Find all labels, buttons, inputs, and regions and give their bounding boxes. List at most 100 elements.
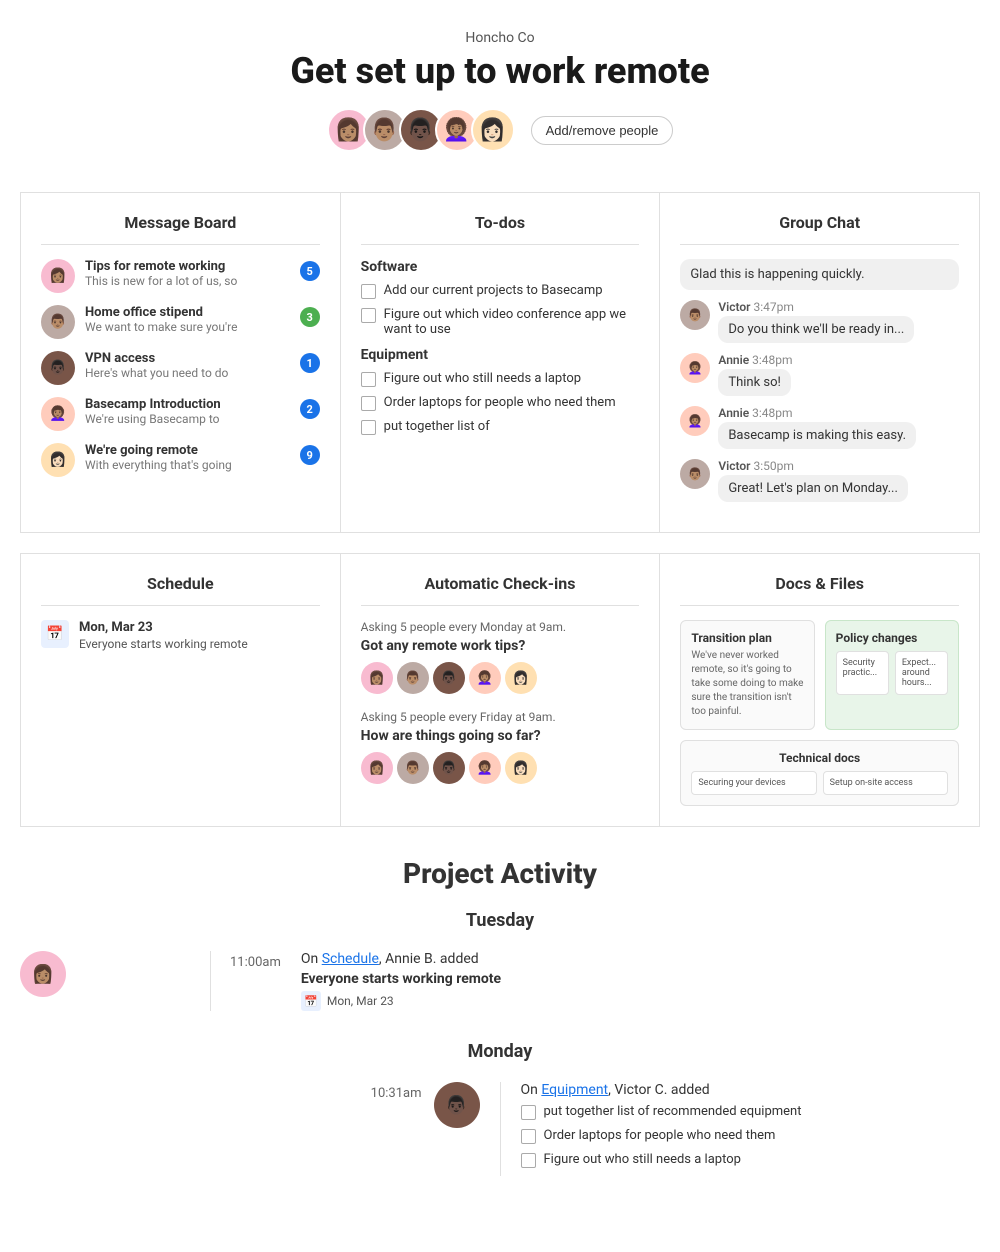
msg-badge: 3 — [300, 307, 320, 327]
automatic-checkins-title: Automatic Check-ins — [361, 574, 640, 606]
top-grid: Message Board 👩🏽Tips for remote workingT… — [20, 192, 980, 533]
activity-days-container: Tuesday👩🏽11:00amOn Schedule, Annie B. ad… — [20, 910, 980, 1176]
todo-checkbox[interactable] — [521, 1129, 536, 1144]
header-avatar-group: 👩🏽👨🏽👨🏿👩🏽‍🦱👩🏻 — [327, 108, 515, 152]
todo-label: Add our current projects to Basecamp — [384, 283, 603, 298]
checkin-block: Asking 5 people every Friday at 9am.How … — [361, 710, 640, 784]
chat-name-time: Annie 3:48pm — [718, 353, 959, 367]
msg-badge: 5 — [300, 261, 320, 281]
doc-title: Policy changes — [836, 631, 948, 645]
activity-avatar: 👨🏿 — [434, 1082, 480, 1128]
checkin-asking: Asking 5 people every Monday at 9am. — [361, 620, 640, 634]
msg-badge: 9 — [300, 445, 320, 465]
header-avatar-4: 👩🏻 — [471, 108, 515, 152]
msg-avatar: 👨🏿 — [41, 351, 75, 385]
todos-panel: To-dos Software Add our current projects … — [341, 193, 661, 533]
doc-card-technical-docs[interactable]: Technical docs Securing your devices Setup… — [680, 740, 959, 806]
chat-name-time: Annie 3:48pm — [718, 406, 959, 420]
activity-avatar: 👩🏽 — [20, 951, 66, 997]
todo-label: Figure out who still needs a laptop — [544, 1152, 741, 1167]
todo-checkbox[interactable] — [361, 396, 376, 411]
header-avatars-row: 👩🏽👨🏽👨🏿👩🏽‍🦱👩🏻 Add/remove people — [20, 108, 980, 152]
msg-title: VPN access — [85, 351, 290, 366]
doc-title: Technical docs — [691, 751, 948, 765]
checkin-avatars: 👩🏽👨🏽👨🏿👩🏽‍🦱👩🏻 — [361, 662, 640, 694]
todo-item: put together list of — [361, 419, 640, 435]
automatic-checkins-panel: Automatic Check-ins Asking 5 people ever… — [341, 554, 661, 827]
chat-bubble: Basecamp is making this easy. — [718, 422, 916, 449]
todo-label: Figure out which video conference app we… — [384, 307, 640, 337]
schedule-description: Everyone starts working remote — [79, 637, 248, 651]
chat-name-time: Victor 3:47pm — [718, 300, 959, 314]
chat-bubble: Think so! — [718, 369, 791, 396]
message-board-item[interactable]: 👩🏻We're going remoteWith everything that… — [41, 443, 320, 477]
header-subtitle: Honcho Co — [20, 30, 980, 46]
group-chat-title: Group Chat — [680, 213, 959, 245]
msg-avatar: 👩🏽 — [41, 259, 75, 293]
doc-sub-item: Expect... around hours... — [895, 651, 948, 695]
docs-files-title: Docs & Files — [680, 574, 959, 606]
todo-section-title: Software — [361, 259, 640, 275]
chat-item: Glad this is happening quickly. — [680, 259, 959, 290]
todo-checkbox[interactable] — [361, 308, 376, 323]
todo-checkbox[interactable] — [361, 284, 376, 299]
add-remove-people-button[interactable]: Add/remove people — [531, 116, 674, 145]
activity-todo-item: Order laptops for people who need them — [521, 1128, 981, 1144]
doc-sub-item: Security practic... — [836, 651, 889, 695]
schedule-date: Mon, Mar 23 — [79, 620, 248, 635]
activity-time: 11:00am — [210, 951, 281, 1011]
checkin-avatar: 👩🏻 — [505, 752, 537, 784]
message-board-item[interactable]: 👨🏽Home office stipendWe want to make sur… — [41, 305, 320, 339]
doc-card-policy-changes[interactable]: Policy changes Security practic...Expect.… — [825, 620, 959, 730]
todo-label: put together list of recommended equipme… — [544, 1104, 802, 1119]
todo-section-title: Equipment — [361, 347, 640, 363]
checkin-avatar: 👩🏻 — [505, 662, 537, 694]
msg-preview: Here's what you need to do — [85, 366, 290, 380]
checkin-question: How are things going so far? — [361, 728, 640, 744]
project-activity-title: Project Activity — [20, 857, 980, 890]
msg-badge: 2 — [300, 399, 320, 419]
doc-sub-item: Securing your devices — [691, 771, 816, 795]
message-board-item[interactable]: 👨🏿 VPN accessHere's what you need to do 1 — [41, 351, 320, 385]
todo-checkbox[interactable] — [361, 420, 376, 435]
msg-badge: 1 — [300, 353, 320, 373]
activity-schedule-tag: 📅Mon, Mar 23 — [301, 991, 980, 1011]
doc-sub-grid: Securing your devices Setup on-site acces… — [691, 771, 948, 795]
checkins-list: Asking 5 people every Monday at 9am.Got … — [361, 620, 640, 784]
docs-files-panel: Docs & Files Transition planWe've never … — [660, 554, 980, 827]
todo-label: Figure out who still needs a laptop — [384, 371, 581, 386]
schedule-event: 📅Mon, Mar 23Everyone starts working remo… — [41, 620, 320, 651]
activity-link[interactable]: Equipment — [541, 1082, 608, 1098]
bottom-grid: Schedule 📅Mon, Mar 23Everyone starts wor… — [20, 553, 980, 827]
activity-time: 10:31am — [371, 1082, 422, 1101]
todo-label: put together list of — [384, 419, 490, 434]
todo-checkbox[interactable] — [521, 1153, 536, 1168]
chat-avatar: 👩🏽‍🦱 — [680, 406, 710, 436]
todo-checkbox[interactable] — [521, 1105, 536, 1120]
message-board-item[interactable]: 👩🏽‍🦱Basecamp IntroductionWe're using Bas… — [41, 397, 320, 431]
docs-list: Transition planWe've never worked remote… — [680, 620, 959, 806]
activity-link[interactable]: Schedule — [322, 951, 379, 967]
todos-title: To-dos — [361, 213, 640, 245]
chat-avatar: 👨🏽 — [680, 459, 710, 489]
todos-list: Software Add our current projects to Base… — [361, 259, 640, 435]
chat-item: 👩🏽‍🦱Annie 3:48pmThink so! — [680, 353, 959, 396]
chat-avatar: 👨🏽 — [680, 300, 710, 330]
doc-sub-item: Setup on-site access — [823, 771, 948, 795]
checkin-avatar: 👨🏿 — [433, 752, 465, 784]
todo-label: Order laptops for people who need them — [544, 1128, 776, 1143]
checkin-avatar: 👨🏿 — [433, 662, 465, 694]
message-board-item[interactable]: 👩🏽Tips for remote workingThis is new for… — [41, 259, 320, 293]
chat-bubble: Glad this is happening quickly. — [680, 259, 959, 290]
doc-card-transition-plan[interactable]: Transition planWe've never worked remote… — [680, 620, 814, 730]
msg-avatar: 👩🏽‍🦱 — [41, 397, 75, 431]
todo-checkbox[interactable] — [361, 372, 376, 387]
chat-item: 👩🏽‍🦱 Annie 3:48pm Basecamp is making this … — [680, 406, 959, 449]
activity-heading: On Equipment, Victor C. added — [521, 1082, 981, 1098]
activity-tag-text: Mon, Mar 23 — [327, 994, 394, 1008]
msg-title: Tips for remote working — [85, 259, 290, 274]
message-board-list: 👩🏽Tips for remote workingThis is new for… — [41, 259, 320, 477]
msg-avatar: 👨🏽 — [41, 305, 75, 339]
doc-title: Transition plan — [691, 631, 803, 645]
message-board-panel: Message Board 👩🏽Tips for remote workingT… — [21, 193, 341, 533]
